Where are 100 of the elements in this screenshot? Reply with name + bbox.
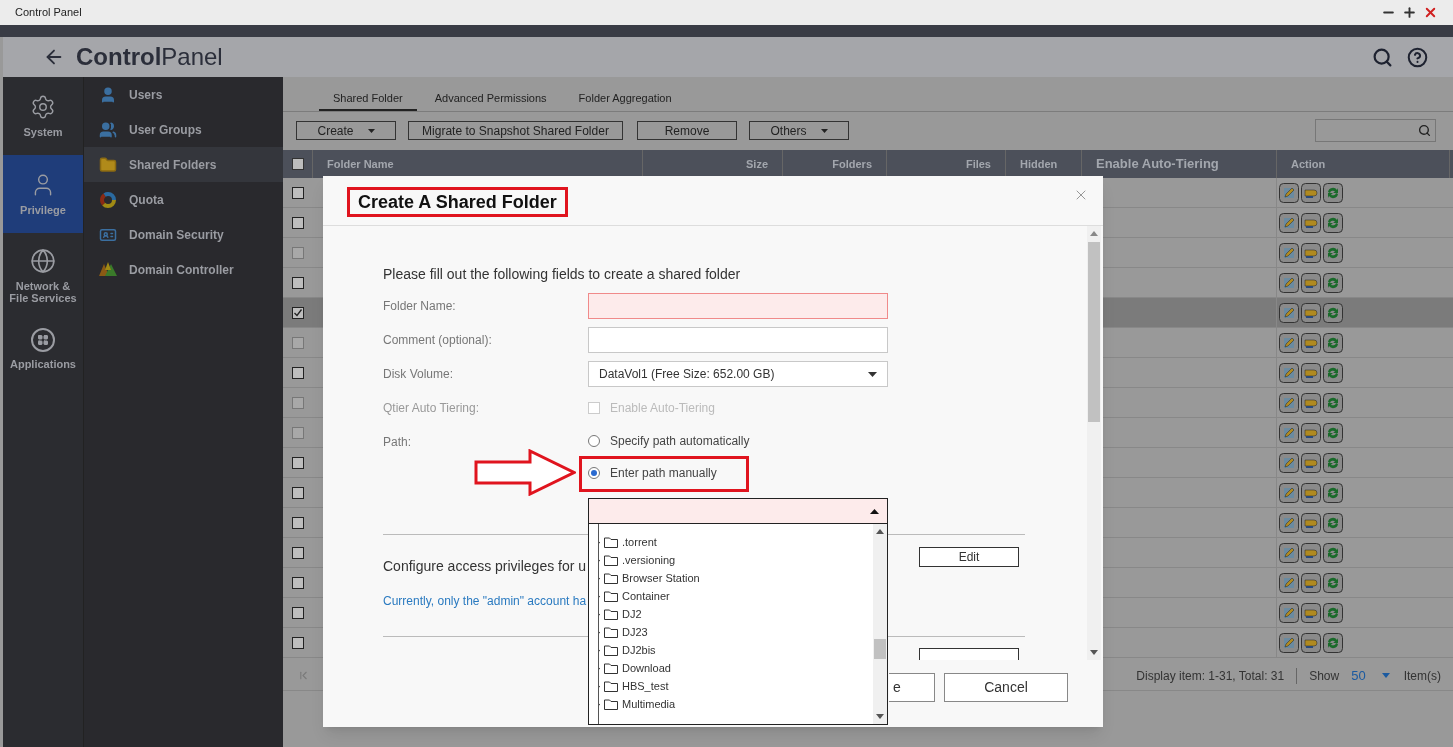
- tree-item[interactable]: DJ2: [599, 605, 873, 623]
- pencil-icon[interactable]: [1279, 482, 1299, 503]
- dialog-button[interactable]: e: [889, 673, 935, 702]
- maximize-icon[interactable]: [1402, 5, 1417, 20]
- tree-item[interactable]: Multimedia: [599, 695, 873, 713]
- tree-item[interactable]: Container: [599, 587, 873, 605]
- category-item[interactable]: Applications: [3, 318, 83, 380]
- tree-scrollbar[interactable]: [873, 524, 887, 724]
- refresh-icon[interactable]: [1323, 272, 1343, 293]
- row-checkbox[interactable]: [292, 486, 304, 499]
- refresh-icon[interactable]: [1323, 212, 1343, 233]
- tree-item[interactable]: .torrent: [599, 533, 873, 551]
- row-checkbox[interactable]: [292, 516, 304, 529]
- toolbar-button[interactable]: Others: [749, 121, 849, 140]
- refresh-icon[interactable]: [1323, 602, 1343, 623]
- hand-icon[interactable]: [1301, 362, 1321, 383]
- pencil-icon[interactable]: [1279, 452, 1299, 473]
- toolbar-button[interactable]: Remove: [637, 121, 737, 140]
- close-icon[interactable]: [1423, 5, 1438, 20]
- tab[interactable]: Advanced Permissions: [420, 89, 561, 111]
- radio-button[interactable]: [588, 467, 600, 479]
- category-item[interactable]: Privilege: [3, 155, 83, 233]
- row-checkbox[interactable]: [292, 216, 304, 229]
- tree-item[interactable]: DJ2bis: [599, 641, 873, 659]
- hand-icon[interactable]: [1301, 182, 1321, 203]
- refresh-icon[interactable]: [1323, 482, 1343, 503]
- toolbar-button[interactable]: Migrate to Snapshot Shared Folder: [408, 121, 623, 140]
- row-checkbox[interactable]: [292, 546, 304, 559]
- text-field[interactable]: [588, 327, 888, 353]
- tab[interactable]: Shared Folder: [319, 89, 417, 111]
- text-field[interactable]: [588, 293, 888, 319]
- pencil-icon[interactable]: [1279, 632, 1299, 653]
- search-field[interactable]: [1315, 119, 1436, 142]
- refresh-icon[interactable]: [1323, 302, 1343, 323]
- tree-item[interactable]: Browser Station: [599, 569, 873, 587]
- pencil-icon[interactable]: [1279, 602, 1299, 623]
- refresh-icon[interactable]: [1323, 542, 1343, 563]
- pencil-icon[interactable]: [1279, 212, 1299, 233]
- tree-item[interactable]: Download: [599, 659, 873, 677]
- submenu-item[interactable]: Shared Folders: [84, 147, 283, 182]
- row-checkbox[interactable]: [292, 576, 304, 589]
- path-field[interactable]: [589, 499, 887, 524]
- hand-icon[interactable]: [1301, 272, 1321, 293]
- pencil-icon[interactable]: [1279, 362, 1299, 383]
- scroll-up-icon[interactable]: [1090, 231, 1098, 236]
- hand-icon[interactable]: [1301, 512, 1321, 533]
- scrollbar[interactable]: [1087, 226, 1101, 660]
- tree-item[interactable]: .versioning: [599, 551, 873, 569]
- scroll-down-icon[interactable]: [876, 714, 884, 719]
- row-checkbox[interactable]: [292, 636, 304, 649]
- submenu-item[interactable]: Domain Security: [84, 217, 283, 252]
- dialog-button[interactable]: Cancel: [944, 673, 1068, 702]
- select-all-checkbox[interactable]: [291, 158, 304, 170]
- submenu-item[interactable]: Quota: [84, 182, 283, 217]
- pencil-icon[interactable]: [1279, 182, 1299, 203]
- category-item[interactable]: System: [3, 77, 83, 155]
- scrollbar-thumb[interactable]: [1088, 242, 1100, 422]
- hand-icon[interactable]: [1301, 632, 1321, 653]
- folder-icon: [604, 662, 618, 674]
- refresh-icon[interactable]: [1323, 182, 1343, 203]
- row-checkbox[interactable]: [292, 186, 304, 199]
- refresh-icon[interactable]: [1323, 362, 1343, 383]
- row-checkbox[interactable]: [292, 606, 304, 619]
- submenu-item[interactable]: Domain Controller: [84, 252, 283, 287]
- row-checkbox[interactable]: [292, 276, 304, 289]
- hand-icon[interactable]: [1301, 542, 1321, 563]
- refresh-icon[interactable]: [1323, 572, 1343, 593]
- hand-icon[interactable]: [1301, 302, 1321, 323]
- pencil-icon[interactable]: [1279, 572, 1299, 593]
- hand-icon[interactable]: [1301, 602, 1321, 623]
- hand-icon[interactable]: [1301, 212, 1321, 233]
- tree-item[interactable]: DJ23: [599, 623, 873, 641]
- hand-icon[interactable]: [1301, 452, 1321, 473]
- submenu-item[interactable]: Users: [84, 77, 283, 112]
- pencil-icon[interactable]: [1279, 542, 1299, 563]
- edit-button[interactable]: Edit: [919, 547, 1019, 567]
- pencil-icon[interactable]: [1279, 512, 1299, 533]
- refresh-icon[interactable]: [1323, 512, 1343, 533]
- category-item[interactable]: Network & File Services: [3, 233, 83, 318]
- refresh-icon[interactable]: [1323, 452, 1343, 473]
- hand-icon[interactable]: [1301, 572, 1321, 593]
- help-icon[interactable]: [1407, 46, 1428, 68]
- scrollbar-thumb[interactable]: [874, 639, 886, 659]
- tab[interactable]: Folder Aggregation: [564, 89, 686, 111]
- scroll-up-icon[interactable]: [876, 529, 884, 534]
- radio-label: Enter path manually: [610, 465, 717, 482]
- hand-icon[interactable]: [1301, 482, 1321, 503]
- row-checkbox[interactable]: [292, 306, 304, 319]
- pencil-icon[interactable]: [1279, 302, 1299, 323]
- radio-button[interactable]: [588, 435, 600, 447]
- disk-volume-select[interactable]: DataVol1 (Free Size: 652.00 GB): [588, 361, 888, 387]
- row-checkbox[interactable]: [292, 366, 304, 379]
- submenu-item[interactable]: User Groups: [84, 112, 283, 147]
- pencil-icon[interactable]: [1279, 272, 1299, 293]
- refresh-icon[interactable]: [1323, 632, 1343, 653]
- scroll-down-icon[interactable]: [1090, 650, 1098, 655]
- tree-item[interactable]: HBS_test: [599, 677, 873, 695]
- search-icon[interactable]: [1372, 46, 1393, 68]
- row-checkbox[interactable]: [292, 456, 304, 469]
- toolbar-button[interactable]: Create: [296, 121, 396, 140]
